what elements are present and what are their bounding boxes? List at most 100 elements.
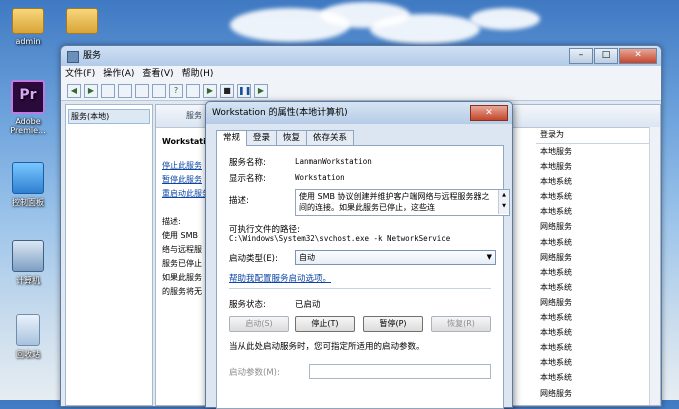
logon-as-cell: 本地系统 bbox=[540, 358, 572, 368]
chevron-down-icon: ▼ bbox=[486, 253, 492, 261]
desktop-icon-label: 控制面板 bbox=[12, 198, 44, 207]
desktop-icon-folder[interactable] bbox=[56, 4, 108, 37]
logon-as-cell: 网络服务 bbox=[540, 388, 572, 398]
start-params-hint: 当从此处启动服务时，您可指定所适用的启动参数。 bbox=[229, 342, 425, 352]
restart-service-icon[interactable]: ▶ bbox=[254, 84, 268, 98]
display-name-value: Workstation bbox=[295, 173, 345, 182]
logon-as-cell: 网络服务 bbox=[540, 297, 572, 307]
console-tree-icon[interactable] bbox=[101, 84, 115, 98]
logon-as-cell: 网络服务 bbox=[540, 222, 572, 232]
logon-as-cell: 本地服务 bbox=[540, 162, 572, 172]
restart-service-link[interactable]: 重启动此服务 bbox=[162, 189, 210, 198]
menu-file[interactable]: 文件(F) bbox=[65, 66, 95, 82]
dialog-tabs: 常规 登录 恢复 依存关系 bbox=[216, 130, 355, 146]
resume-button[interactable]: 恢复(R) bbox=[431, 316, 491, 332]
menu-view[interactable]: 查看(V) bbox=[142, 66, 173, 82]
desktop-icon-label: Adobe Premie... bbox=[10, 117, 46, 135]
control-panel-icon bbox=[12, 162, 44, 194]
start-params-input[interactable] bbox=[309, 364, 491, 379]
tab-logon[interactable]: 登录 bbox=[246, 130, 278, 145]
startup-type-select[interactable]: 自动 ▼ bbox=[295, 250, 496, 265]
logon-as-cell: 本地系统 bbox=[540, 207, 572, 217]
logon-as-cell: 网络服务 bbox=[540, 252, 572, 262]
logon-as-cell: 本地系统 bbox=[540, 343, 572, 353]
close-button[interactable]: ✕ bbox=[619, 48, 657, 64]
help-icon[interactable]: ? bbox=[169, 84, 183, 98]
logon-as-cell: 本地系统 bbox=[540, 267, 572, 277]
desktop-icon-computer[interactable]: 计算机 bbox=[2, 240, 54, 286]
stop-service-link[interactable]: 停止此服务 bbox=[162, 161, 202, 170]
startup-type-value: 自动 bbox=[299, 253, 315, 262]
logon-as-cell: 本地系统 bbox=[540, 177, 572, 187]
export-icon[interactable] bbox=[152, 84, 166, 98]
logon-as-cell: 本地系统 bbox=[540, 313, 572, 323]
window-title: 服务 bbox=[83, 51, 102, 61]
logon-as-cell: 本地系统 bbox=[540, 373, 572, 383]
services-app-icon bbox=[67, 51, 79, 63]
maximize-button[interactable]: □ bbox=[594, 48, 618, 64]
service-status-value: 已启动 bbox=[295, 300, 321, 310]
minimize-button[interactable]: – bbox=[569, 48, 593, 64]
service-status-label: 服务状态: bbox=[229, 300, 266, 310]
refresh-icon[interactable] bbox=[135, 84, 149, 98]
start-params-label: 启动参数(M): bbox=[229, 368, 280, 378]
display-name-label: 显示名称: bbox=[229, 174, 266, 184]
desktop-icon-admin[interactable]: admin bbox=[2, 4, 54, 46]
menu-action[interactable]: 操作(A) bbox=[103, 66, 134, 82]
menu-bar: 文件(F) 操作(A) 查看(V) 帮助(H) bbox=[61, 66, 661, 82]
desktop-icon-control-panel[interactable]: 控制面板 bbox=[2, 162, 54, 208]
logon-as-column: 登录为 本地服务 本地服务 本地系统 本地系统 本地系统 网络服务 本地系统 网络服务 本地系统… bbox=[536, 127, 656, 401]
show-hide-icon[interactable] bbox=[186, 84, 200, 98]
tab-general[interactable]: 常规 bbox=[216, 130, 248, 146]
exe-path-value: C:\Windows\System32\svchost.exe -k Netwo… bbox=[229, 234, 451, 243]
menu-help[interactable]: 帮助(H) bbox=[182, 66, 214, 82]
stop-button[interactable]: 停止(T) bbox=[295, 316, 355, 332]
computer-icon bbox=[12, 240, 44, 272]
divider bbox=[229, 288, 491, 289]
back-icon[interactable]: ◀ bbox=[67, 84, 81, 98]
logon-as-cell: 本地系统 bbox=[540, 192, 572, 202]
services-title-bar[interactable]: 服务 – □ ✕ bbox=[61, 46, 661, 66]
startup-help-link[interactable]: 帮助我配置服务启动选项。 bbox=[229, 272, 331, 284]
logon-as-cell: 本地系统 bbox=[540, 328, 572, 338]
desktop-icon-label: 回收站 bbox=[16, 350, 40, 359]
startup-type-label: 启动类型(E): bbox=[229, 254, 278, 264]
description-label: 描述: bbox=[229, 196, 249, 206]
service-name-value: LanmanWorkstation bbox=[295, 157, 372, 166]
tree-item-services-local[interactable]: 服务(本地) bbox=[68, 109, 150, 124]
properties-icon[interactable] bbox=[118, 84, 132, 98]
pause-service-icon[interactable]: ❚❚ bbox=[237, 84, 251, 98]
properties-dialog: Workstation 的属性(本地计算机) ✕ 常规 登录 恢复 依存关系 服… bbox=[205, 101, 513, 409]
description-scrollbar[interactable]: ▲ ▼ bbox=[498, 190, 509, 214]
stop-service-icon[interactable]: ■ bbox=[220, 84, 234, 98]
tab-recovery[interactable]: 恢复 bbox=[276, 130, 308, 145]
desktop-icon-label: 计算机 bbox=[16, 276, 40, 285]
service-name-label: 服务名称: bbox=[229, 158, 266, 168]
logon-as-cell: 本地服务 bbox=[540, 147, 572, 156]
logon-as-header[interactable]: 登录为 bbox=[536, 127, 656, 144]
description-textbox[interactable]: 使用 SMB 协议创建并维护客户端网络与远程服务器之间的连接。如果此服务已停止，… bbox=[295, 189, 510, 216]
tab-dependencies[interactable]: 依存关系 bbox=[306, 130, 355, 145]
folder-icon bbox=[66, 8, 98, 34]
dialog-close-button[interactable]: ✕ bbox=[470, 105, 508, 121]
toolbar: ◀ ▶ ? ▶ ■ ❚❚ ▶ bbox=[61, 82, 661, 101]
desktop-icon-premiere[interactable]: Pr Adobe Premie... bbox=[2, 80, 54, 135]
start-button[interactable]: 启动(S) bbox=[229, 316, 289, 332]
console-tree: 服务(本地) bbox=[65, 104, 153, 406]
desktop-icon-recycle-bin[interactable]: 回收站 bbox=[2, 314, 54, 360]
vertical-scrollbar[interactable] bbox=[649, 127, 660, 405]
premiere-icon: Pr bbox=[11, 80, 45, 114]
desktop-icon-label: admin bbox=[15, 37, 41, 46]
description-text: 使用 SMB 协议创建并维护客户端网络与远程服务器之间的连接。如果此服务已停止，… bbox=[299, 192, 490, 212]
dialog-title: Workstation 的属性(本地计算机) bbox=[212, 108, 348, 118]
start-service-icon[interactable]: ▶ bbox=[203, 84, 217, 98]
logon-as-cell: 本地系统 bbox=[540, 237, 572, 247]
pause-service-link[interactable]: 暂停此服务 bbox=[162, 175, 202, 184]
user-folder-icon bbox=[12, 8, 44, 34]
logon-as-cell: 本地系统 bbox=[540, 282, 572, 292]
dialog-title-bar[interactable]: Workstation 的属性(本地计算机) ✕ bbox=[206, 102, 512, 124]
pause-button[interactable]: 暂停(P) bbox=[363, 316, 423, 332]
forward-icon[interactable]: ▶ bbox=[84, 84, 98, 98]
general-tab-panel: 服务名称: LanmanWorkstation 显示名称: Workstatio… bbox=[216, 145, 510, 409]
recycle-bin-icon bbox=[16, 314, 40, 346]
